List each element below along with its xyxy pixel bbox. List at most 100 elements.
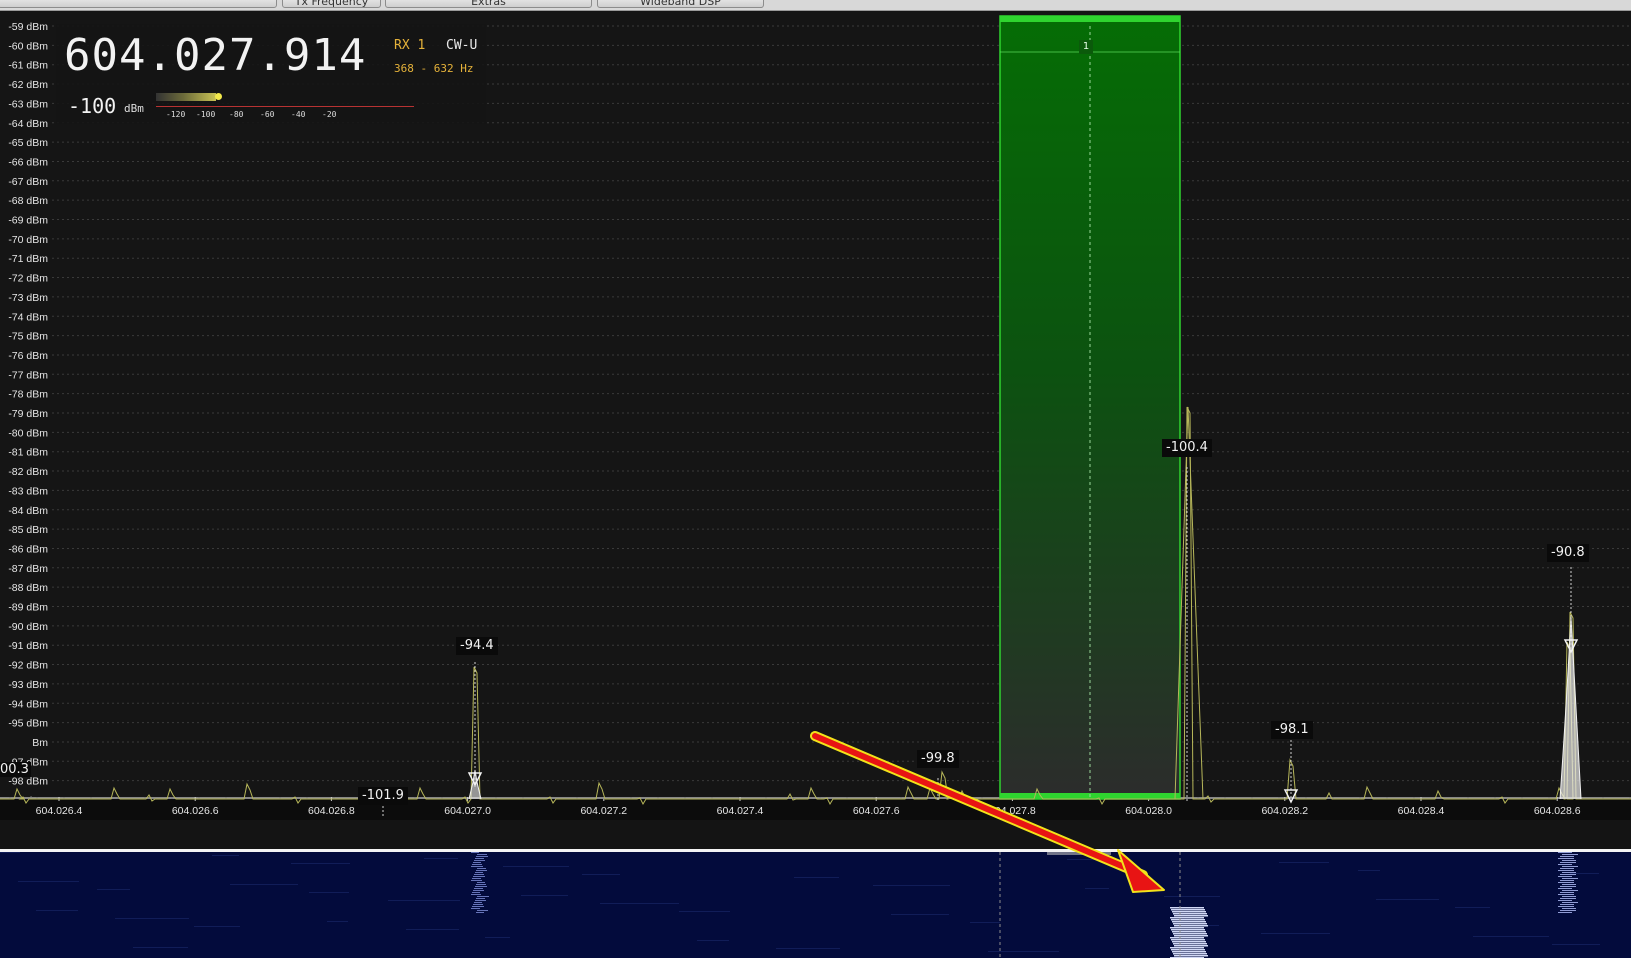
waterfall-noise bbox=[230, 884, 298, 885]
s-meter-tick: -40 bbox=[291, 110, 306, 119]
waterfall-noise bbox=[18, 881, 79, 882]
waterfall-signal-trace bbox=[473, 876, 485, 877]
y-axis-label: -74 dBm bbox=[8, 311, 48, 323]
waterfall-signal-trace bbox=[1558, 894, 1574, 895]
x-axis-label: 604.027.6 bbox=[853, 805, 900, 817]
waterfall-signal-trace bbox=[1560, 892, 1574, 893]
waterfall-carrier-trace bbox=[1170, 917, 1204, 919]
waterfall-carrier-trace bbox=[1174, 955, 1208, 957]
y-axis-label: -82 dBm bbox=[8, 466, 48, 478]
y-axis-label: -64 dBm bbox=[8, 118, 48, 130]
x-axis-label: 604.026.6 bbox=[172, 805, 219, 817]
waterfall-signal-trace bbox=[1562, 884, 1576, 885]
waterfall-signal-trace bbox=[476, 912, 484, 913]
y-axis-label: -63 dBm bbox=[8, 98, 48, 110]
x-axis-label: 604.027.4 bbox=[717, 805, 764, 817]
y-axis-label: -78 dBm bbox=[8, 389, 48, 401]
tab-receiver[interactable] bbox=[0, 0, 277, 8]
waterfall-noise bbox=[388, 900, 460, 901]
tab-tx-frequency[interactable]: Tx Frequency bbox=[282, 0, 381, 8]
x-axis-label: 604.028.4 bbox=[1398, 805, 1445, 817]
y-axis-label: -91 dBm bbox=[8, 640, 48, 652]
waterfall-signal-trace bbox=[471, 852, 479, 853]
y-axis-label: -65 dBm bbox=[8, 137, 48, 149]
peak-label: -90.8 bbox=[1547, 544, 1589, 562]
waterfall-signal-trace bbox=[473, 862, 481, 863]
waterfall-signal-trace bbox=[1558, 906, 1574, 907]
waterfall-carrier-trace bbox=[1173, 923, 1207, 925]
waterfall-display[interactable] bbox=[0, 849, 1631, 958]
y-axis-label: -73 dBm bbox=[8, 292, 48, 304]
tab-wideband-dsp[interactable]: Wideband DSP bbox=[597, 0, 764, 8]
waterfall-noise bbox=[891, 914, 949, 915]
waterfall-signal-trace bbox=[471, 908, 480, 909]
tab-extras[interactable]: Extras bbox=[385, 0, 592, 8]
waterfall-carrier-trace bbox=[1174, 915, 1208, 917]
waterfall-noise bbox=[327, 921, 348, 922]
y-axis-label: -67 dBm bbox=[8, 176, 48, 188]
waterfall-signal-trace bbox=[1560, 910, 1576, 911]
waterfall-carrier-trace bbox=[1174, 925, 1208, 927]
y-axis-label: -72 dBm bbox=[8, 273, 48, 285]
waterfall-noise bbox=[1261, 933, 1330, 934]
waterfall-signal-trace bbox=[1560, 886, 1576, 887]
rx-label: RX 1 bbox=[394, 38, 426, 53]
panadapter[interactable]: -59 dBm -60 dBm -61 dBm -62 dBm -63 dBm -64 d… bbox=[0, 12, 1631, 820]
y-axis-label: -84 dBm bbox=[8, 505, 48, 517]
y-axis-label: -94 dBm bbox=[8, 698, 48, 710]
y-axis-label: -92 dBm bbox=[8, 660, 48, 672]
waterfall-signal-trace bbox=[1558, 870, 1574, 871]
x-axis-strip bbox=[0, 798, 1631, 820]
waterfall-signal-trace bbox=[1562, 878, 1578, 879]
waterfall-noise bbox=[873, 885, 950, 886]
waterfall-noise bbox=[697, 940, 729, 941]
waterfall-signal-trace bbox=[471, 880, 482, 881]
waterfall-carrier-trace bbox=[1173, 913, 1207, 915]
waterfall-signal-trace bbox=[474, 888, 483, 889]
y-axis-label: -90 dBm bbox=[8, 621, 48, 633]
waterfall-signal-trace bbox=[1562, 866, 1578, 867]
waterfall-noise bbox=[212, 855, 239, 856]
waterfall-carrier-trace bbox=[1171, 919, 1205, 921]
spectrum-plot[interactable]: -59 dBm -60 dBm -61 dBm -62 dBm -63 dBm -64 d… bbox=[0, 12, 1631, 820]
mode-label[interactable]: CW-U bbox=[446, 38, 477, 53]
receiver-marker-number[interactable]: 1 bbox=[1079, 40, 1093, 54]
waterfall-signal-trace bbox=[474, 874, 484, 875]
waterfall-signal-trace bbox=[1558, 876, 1572, 877]
waterfall-carrier-trace bbox=[1171, 949, 1205, 951]
waterfall-signal-trace bbox=[1560, 880, 1574, 881]
waterfall-signal-trace bbox=[476, 870, 487, 871]
waterfall-signal-trace bbox=[475, 872, 483, 873]
waterfall-noise bbox=[485, 937, 510, 938]
peak-label: -101.9 bbox=[358, 787, 408, 805]
waterfall-noise bbox=[776, 948, 840, 949]
waterfall-carrier-trace bbox=[1170, 907, 1204, 909]
waterfall-noise bbox=[521, 895, 568, 896]
y-axis-label: -71 dBm bbox=[8, 253, 48, 265]
waterfall-signal-trace bbox=[477, 896, 489, 897]
waterfall-noise bbox=[582, 874, 620, 875]
vfo-frequency[interactable]: 604.027.914 bbox=[64, 30, 366, 81]
waterfall-carrier-trace bbox=[1173, 953, 1207, 955]
waterfall-signal-trace bbox=[471, 866, 483, 867]
waterfall-noise bbox=[1473, 936, 1549, 937]
waterfall-signal-trace bbox=[1562, 902, 1578, 903]
top-tab-bar: Tx Frequency Extras Wideband DSP bbox=[0, 0, 1631, 11]
waterfall-noise bbox=[133, 947, 188, 948]
waterfall-noise bbox=[1164, 896, 1220, 897]
waterfall-signal-trace bbox=[474, 902, 482, 903]
y-axis-label: -81 dBm bbox=[8, 447, 48, 459]
waterfall-noise bbox=[1552, 944, 1600, 945]
waterfall-signal-trace bbox=[476, 898, 485, 899]
waterfall-carrier-trace bbox=[1170, 947, 1204, 949]
y-axis-label: -77 dBm bbox=[8, 369, 48, 381]
x-axis-label: 604.027.8 bbox=[989, 805, 1036, 817]
y-axis-label: -85 dBm bbox=[8, 524, 48, 536]
y-axis-label: -80 dBm bbox=[8, 427, 48, 439]
waterfall-noise bbox=[291, 863, 350, 864]
waterfall-signal-trace bbox=[474, 860, 485, 861]
y-axis-label: Bm bbox=[32, 737, 48, 749]
signal-unit: dBm bbox=[124, 102, 144, 115]
y-axis-label: -87 dBm bbox=[8, 563, 48, 575]
waterfall-carrier-trace bbox=[1172, 921, 1206, 923]
